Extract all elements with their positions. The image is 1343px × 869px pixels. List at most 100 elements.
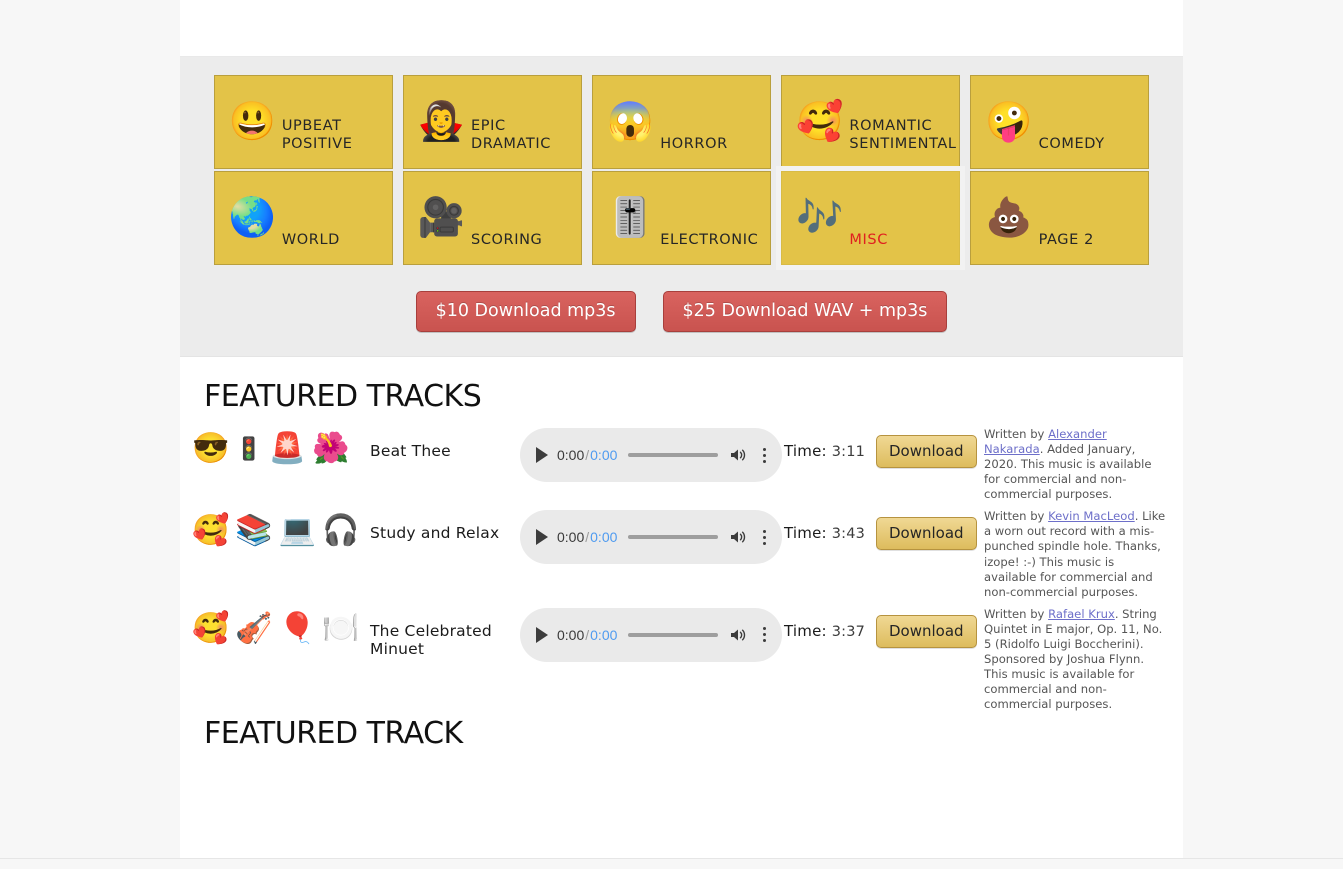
player-time-separator: /	[585, 626, 590, 643]
featured-tracks-heading: FEATURED TRACKS	[204, 379, 482, 414]
category-tile-label: EPIC DRAMATIC	[471, 117, 551, 153]
kebab-menu-icon[interactable]	[756, 529, 770, 545]
volume-icon[interactable]	[729, 447, 747, 463]
category-tile-romantic-sentimental[interactable]: 🥰 ROMANTIC SENTIMENTAL	[781, 75, 961, 169]
table-row: 🥰 📚 💻 🎧 Study and Relax 0:00/0:00 Time: …	[180, 502, 1183, 599]
table-row: 😎 🚦 🚨 🌺 Beat Thee 0:00/0:00 Time: 3:11 D…	[180, 420, 1183, 502]
featured-tracks-section: FEATURED TRACKS 😎 🚦 🚨 🌺 Beat Thee 0:00/0…	[180, 357, 1183, 752]
category-tile-misc[interactable]: 🎶 MISC	[776, 166, 966, 270]
violin-icon: 🎻	[235, 611, 273, 645]
track-download-cell: Download	[876, 600, 984, 648]
categories-section: 😃 UPBEAT POSITIVE 🧛‍♀️ EPIC DRAMATIC 😱 H…	[180, 57, 1183, 357]
page-root: 😃 UPBEAT POSITIVE 🧛‍♀️ EPIC DRAMATIC 😱 H…	[0, 0, 1343, 869]
track-time-label: Time:	[784, 621, 827, 640]
track-time-value: 3:37	[831, 623, 866, 640]
player-progress-bar[interactable]	[628, 535, 718, 540]
track-time: Time: 3:37	[784, 600, 876, 640]
screaming-face-icon: 😱	[606, 101, 655, 143]
category-tile-label: COMEDY	[1038, 136, 1105, 153]
player-time-display: 0:00/0:00	[557, 529, 617, 545]
category-tile-page-2[interactable]: 💩 PAGE 2	[970, 171, 1150, 265]
play-icon[interactable]	[536, 626, 548, 643]
category-tile-label: ROMANTIC SENTIMENTAL	[849, 117, 957, 153]
smiling-face-with-hearts-icon: 🥰	[192, 611, 230, 645]
books-icon: 📚	[235, 514, 273, 548]
download-button[interactable]: Download	[876, 517, 977, 551]
kebab-menu-icon[interactable]	[756, 447, 770, 463]
category-tile-electronic[interactable]: 🎚️ ELECTRONIC	[591, 171, 772, 265]
grinning-face-icon: 😃	[228, 101, 276, 143]
download-button[interactable]: Download	[876, 614, 977, 648]
track-time-value: 3:11	[831, 444, 866, 460]
track-author-link[interactable]: Kevin MacLeod	[1048, 509, 1135, 523]
download-wav-mp3s-button[interactable]: $25 Download WAV + mp3s	[662, 291, 948, 332]
track-player-cell: 0:00/0:00	[520, 420, 784, 482]
player-progress-bar[interactable]	[628, 632, 718, 637]
player-time-display: 0:00/0:00	[557, 447, 617, 463]
track-download-cell: Download	[876, 420, 984, 468]
police-car-light-icon: 🚨	[268, 432, 307, 465]
volume-icon[interactable]	[729, 627, 747, 643]
player-current-time: 0:00	[557, 447, 585, 463]
category-tile-label: PAGE 2	[1038, 232, 1094, 249]
vertical-traffic-light-icon: 🚦	[235, 436, 263, 461]
desc-prefix: Written by	[984, 427, 1049, 441]
category-tile-horror[interactable]: 😱 HORROR	[591, 75, 772, 169]
pile-of-poo-icon: 💩	[985, 197, 1033, 239]
purchase-buttons: $10 Download mp3s $25 Download WAV + mp3…	[180, 291, 1183, 332]
download-mp3s-button[interactable]: $10 Download mp3s	[415, 291, 636, 332]
audio-player[interactable]: 0:00/0:00	[520, 428, 782, 482]
track-emoji-group: 🥰 📚 💻 🎧	[192, 502, 370, 546]
player-time-separator: /	[585, 447, 590, 463]
player-duration: 0:00	[590, 447, 618, 463]
top-panel	[180, 0, 1183, 57]
audio-player[interactable]: 0:00/0:00	[520, 510, 782, 565]
category-tile-scoring[interactable]: 🎥 SCORING	[402, 171, 582, 265]
balloon-icon: 🎈	[278, 611, 317, 645]
track-description: Written by Rafael Krux. String Quintet i…	[984, 600, 1183, 712]
download-button[interactable]: Download	[876, 435, 977, 468]
player-time-separator: /	[585, 529, 590, 546]
category-tile-label: SCORING	[471, 232, 543, 249]
track-time-label: Time:	[784, 442, 827, 460]
play-icon[interactable]	[536, 529, 548, 546]
track-time-value: 3:43	[831, 526, 866, 543]
player-current-time: 0:00	[557, 529, 585, 546]
category-tile-world[interactable]: 🌏 WORLD	[213, 171, 393, 265]
track-title: Study and Relax	[370, 524, 500, 543]
vampire-icon: 🧛‍♀️	[417, 101, 466, 143]
track-emoji-group: 😎 🚦 🚨 🌺	[192, 420, 370, 464]
play-icon[interactable]	[536, 447, 548, 463]
movie-camera-icon: 🎥	[417, 197, 466, 239]
player-progress-bar[interactable]	[628, 453, 718, 457]
category-tile-epic-dramatic[interactable]: 🧛‍♀️ EPIC DRAMATIC	[402, 75, 582, 169]
track-player-cell: 0:00/0:00	[520, 502, 784, 565]
track-title: Beat Thee	[370, 442, 451, 460]
player-duration: 0:00	[590, 529, 618, 546]
track-download-cell: Download	[876, 502, 984, 551]
track-description: Written by Kevin MacLeod. Like a worn ou…	[984, 502, 1183, 599]
category-tile-comedy[interactable]: 🤪 COMEDY	[970, 75, 1150, 169]
musical-notes-icon: 🎶	[796, 197, 844, 239]
category-tile-label: HORROR	[660, 136, 728, 153]
footer-strip	[0, 858, 1343, 869]
category-tile-label: UPBEAT POSITIVE	[281, 117, 353, 153]
desc-prefix: Written by	[984, 606, 1049, 621]
desc-prefix: Written by	[984, 509, 1049, 524]
category-tile-upbeat-positive[interactable]: 😃 UPBEAT POSITIVE	[213, 75, 393, 169]
track-time: Time: 3:11	[784, 420, 876, 460]
volume-icon[interactable]	[729, 529, 747, 545]
fork-and-knife-with-plate-icon: 🍽️	[322, 611, 360, 645]
laptop-icon: 💻	[278, 514, 317, 548]
track-title: The Celebrated Minuet	[370, 621, 492, 659]
track-time-label: Time:	[784, 524, 827, 543]
category-tile-label: WORLD	[281, 232, 340, 249]
track-description: Written by Alexander Nakarada. Added Jan…	[984, 420, 1183, 502]
zany-face-icon: 🤪	[985, 101, 1033, 143]
track-author-link[interactable]: Rafael Krux	[1048, 607, 1115, 621]
kebab-menu-icon[interactable]	[756, 627, 770, 643]
content-column: 😃 UPBEAT POSITIVE 🧛‍♀️ EPIC DRAMATIC 😱 H…	[180, 0, 1183, 858]
audio-player[interactable]: 0:00/0:00	[520, 607, 782, 662]
player-current-time: 0:00	[557, 626, 585, 643]
headphone-icon: 🎧	[322, 514, 360, 548]
